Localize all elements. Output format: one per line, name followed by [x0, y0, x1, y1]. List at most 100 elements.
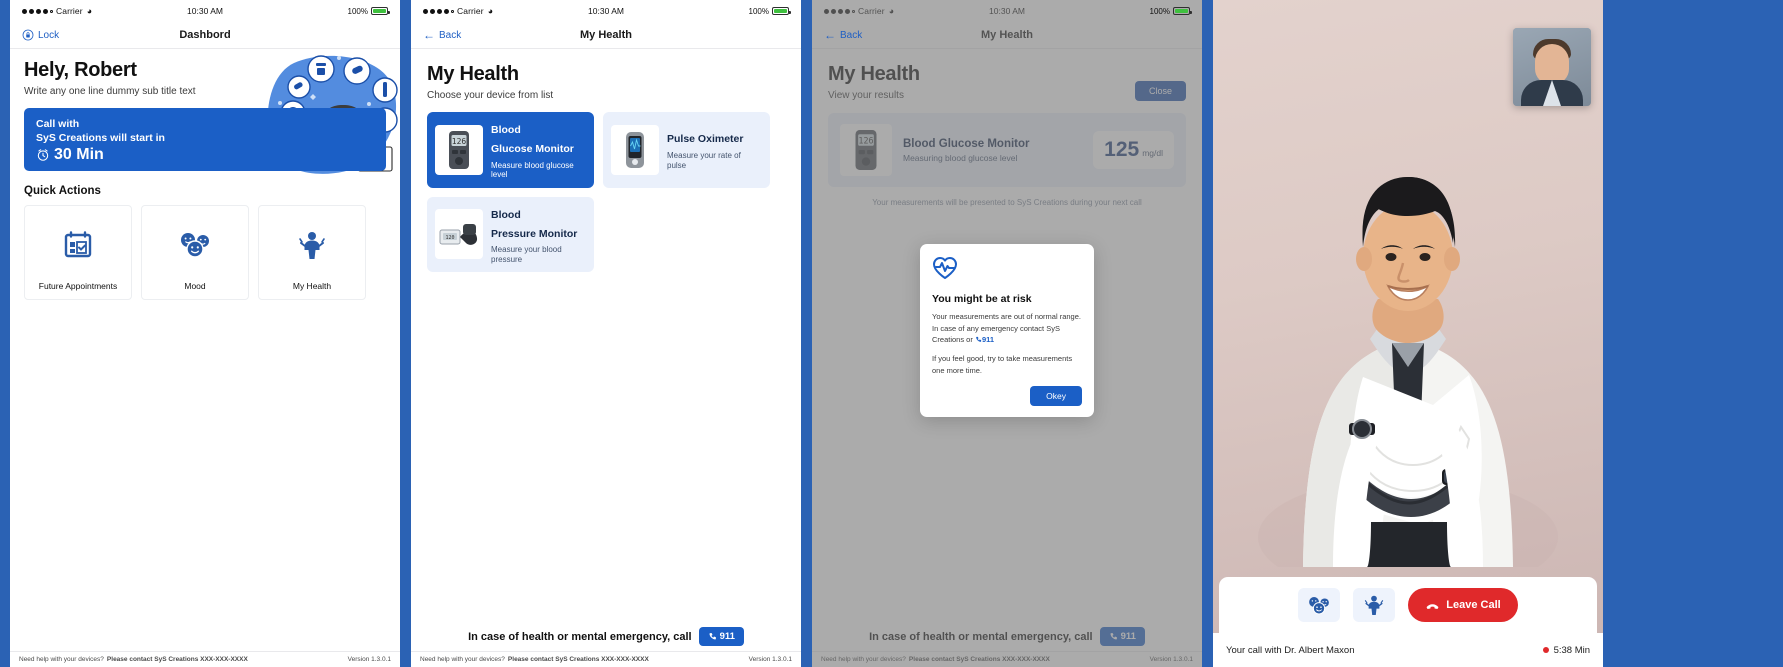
battery-percent: 100% [1149, 6, 1170, 16]
risk-alert-modal: You might be at risk Your measurements a… [920, 244, 1094, 418]
call-countdown: 30 Min [54, 146, 104, 163]
quick-action-future-appointments[interactable]: Future Appointments [24, 205, 132, 300]
screens-board: Carrier ◕ 10:30 AM 100% Lock Dashbord He… [0, 0, 1783, 667]
status-bar: Carrier ◕ 10:30 AM 100% [411, 0, 801, 22]
modal-paragraph-1: Your measurements are out of normal rang… [932, 311, 1082, 346]
heart-pulse-icon [932, 256, 1082, 285]
nav-bar: ← Back My Health [411, 22, 801, 49]
record-dot-icon [1542, 647, 1549, 653]
status-time: 10:30 AM [588, 6, 624, 16]
device-text: Pulse Oximeter Measure your rate of puls… [667, 129, 762, 170]
quick-actions-title: Quick Actions [24, 185, 101, 197]
screen-my-health-devices: Carrier ◕ 10:30 AM 100% ← Back My Health… [411, 0, 801, 667]
doctor-figure [1258, 177, 1558, 567]
modal-emergency-link[interactable]: 911 [975, 335, 994, 344]
nav-bar: Lock Dashbord [10, 22, 400, 49]
call-card-countdown-row: 30 Min [36, 146, 374, 164]
status-bar: Carrier ◕ 10:30 AM 100% [10, 0, 400, 22]
board-left-edge [0, 0, 10, 667]
self-view-face [1513, 28, 1591, 106]
screen-video-call: Leave Call Your call with Dr. Albert Max… [1213, 0, 1603, 667]
footer-version: Version 1.3.0.1 [347, 656, 391, 663]
mood-faces-icon [1309, 596, 1330, 614]
device-text: Blood Glucose Monitor Measure blood gluc… [491, 120, 586, 180]
device-description: Measure your rate of pulse [667, 151, 741, 170]
footer-bar: Need help with your devices? Please cont… [10, 651, 400, 667]
mood-button[interactable] [1298, 588, 1341, 622]
battery-icon [1173, 7, 1192, 15]
dashboard-body: Hely, Robert Write any one line dummy su… [10, 49, 400, 300]
quick-action-my-health[interactable]: My Health [258, 205, 366, 300]
board-gap-1 [400, 0, 411, 667]
call-card-line2: SyS Creations will start in [36, 132, 165, 144]
call-controls-bar: Leave Call [1219, 577, 1597, 633]
bp-monitor-icon: 120 [435, 209, 483, 260]
quick-action-mood[interactable]: Mood [141, 205, 249, 300]
emergency-text: In case of health or mental emergency, c… [468, 630, 692, 643]
lock-button[interactable]: Lock [22, 29, 59, 41]
footer-help-contact: Please contact SyS Creations XXX-XXX-XXX… [507, 656, 649, 663]
alarm-clock-icon [37, 149, 49, 161]
back-button[interactable]: ← Back [423, 29, 461, 41]
footer-version: Version 1.3.0.1 [748, 656, 792, 663]
call-status-bar: Your call with Dr. Albert Maxon 5:38 Min [1213, 633, 1603, 667]
status-time: 10:30 AM [187, 6, 223, 16]
battery-icon [371, 7, 390, 15]
board-right-edge [1603, 0, 1613, 667]
leave-call-button[interactable]: Leave Call [1408, 588, 1518, 622]
back-label: Back [439, 29, 462, 41]
emergency-row: In case of health or mental emergency, c… [411, 627, 801, 646]
quick-action-label: My Health [292, 281, 332, 291]
device-name-line2: Glucose Monitor [491, 142, 574, 155]
device-list: 126 Blood Glucose Monitor Measure blood … [427, 112, 785, 273]
greeting-subtitle: Write any one line dummy sub title text [24, 86, 196, 97]
footer-bar: Need help with your devices? Please cont… [411, 651, 801, 667]
mood-faces-icon [178, 228, 212, 262]
quick-action-label: Future Appointments [38, 281, 118, 291]
device-name-line2: Pressure Monitor [491, 227, 578, 240]
modal-paragraph-1-text: Your measurements are out of normal rang… [932, 312, 1081, 345]
device-description: Measure blood glucose level [491, 160, 574, 180]
lock-label: Lock [38, 29, 60, 41]
modal-paragraph-2: If you feel good, try to take measuremen… [932, 353, 1073, 375]
footer-help-contact: Please contact SyS Creations XXX-XXX-XXX… [106, 656, 248, 663]
board-gap-2 [801, 0, 812, 667]
device-name-line1: Blood [491, 208, 521, 221]
device-card-blood-pressure-monitor[interactable]: 120 Blood Pressure Monitor Measure your … [427, 196, 594, 273]
emergency-call-button[interactable]: 911 [698, 627, 744, 646]
quick-actions-row: Future Appointments Mood My Health [24, 205, 386, 300]
device-card-pulse-oximeter[interactable]: Pulse Oximeter Measure your rate of puls… [603, 112, 770, 188]
health-person-icon [298, 228, 326, 262]
svg-text:120: 120 [445, 235, 454, 241]
back-button[interactable]: ← Back [824, 29, 862, 41]
self-view-thumbnail[interactable] [1513, 28, 1591, 106]
page-title: Dashbord [179, 29, 231, 41]
leave-call-label: Leave Call [1446, 599, 1501, 611]
board-gap-3 [1202, 0, 1213, 667]
phone-icon [709, 633, 716, 640]
svg-text:126: 126 [452, 137, 467, 146]
device-text: Blood Pressure Monitor Measure your bloo… [491, 205, 586, 265]
calendar-check-icon [64, 228, 92, 262]
screen-my-health-results: Carrier ◕ 10:30 AM 100% ← Back My Health… [812, 0, 1202, 667]
modal-okay-button[interactable]: Okey [1030, 386, 1082, 407]
upcoming-call-card[interactable]: Call with SyS Creations will start in 30… [24, 108, 386, 171]
call-duration: 5:38 Min [1553, 644, 1590, 656]
self-view-head [1535, 44, 1569, 84]
footer-help-text: Need help with your devices? [19, 656, 104, 663]
my-health-button[interactable] [1353, 588, 1396, 622]
page-heading: My Health [427, 63, 519, 85]
back-label: Back [840, 29, 863, 41]
pulse-oximeter-icon [611, 124, 659, 175]
back-arrow-icon: ← [423, 28, 435, 42]
phone-hangup-icon [1426, 603, 1439, 609]
screen-dashboard: Carrier ◕ 10:30 AM 100% Lock Dashbord He… [10, 0, 400, 667]
battery-percent: 100% [748, 6, 769, 16]
call-duration-wrap: 5:38 Min [1542, 644, 1590, 656]
status-bar-right: 100% [348, 7, 390, 16]
device-card-blood-glucose-monitor[interactable]: 126 Blood Glucose Monitor Measure blood … [427, 112, 594, 188]
modal-emergency-number: 911 [981, 335, 995, 345]
glucose-meter-icon: 126 [435, 124, 483, 175]
emergency-number: 911 [719, 631, 735, 642]
call-card-line1: Call with [36, 118, 80, 130]
